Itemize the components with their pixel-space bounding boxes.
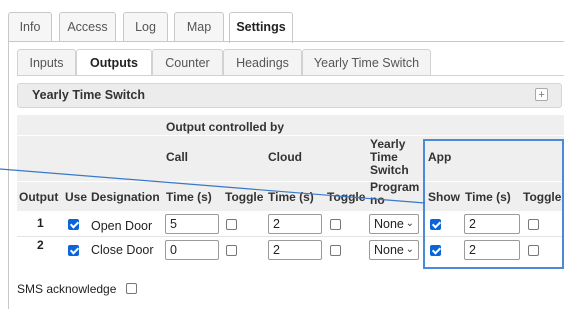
sms-acknowledge-checkbox[interactable]	[126, 283, 137, 294]
annotation-line	[0, 168, 426, 204]
sms-acknowledge-label: SMS acknowledge	[17, 282, 117, 296]
